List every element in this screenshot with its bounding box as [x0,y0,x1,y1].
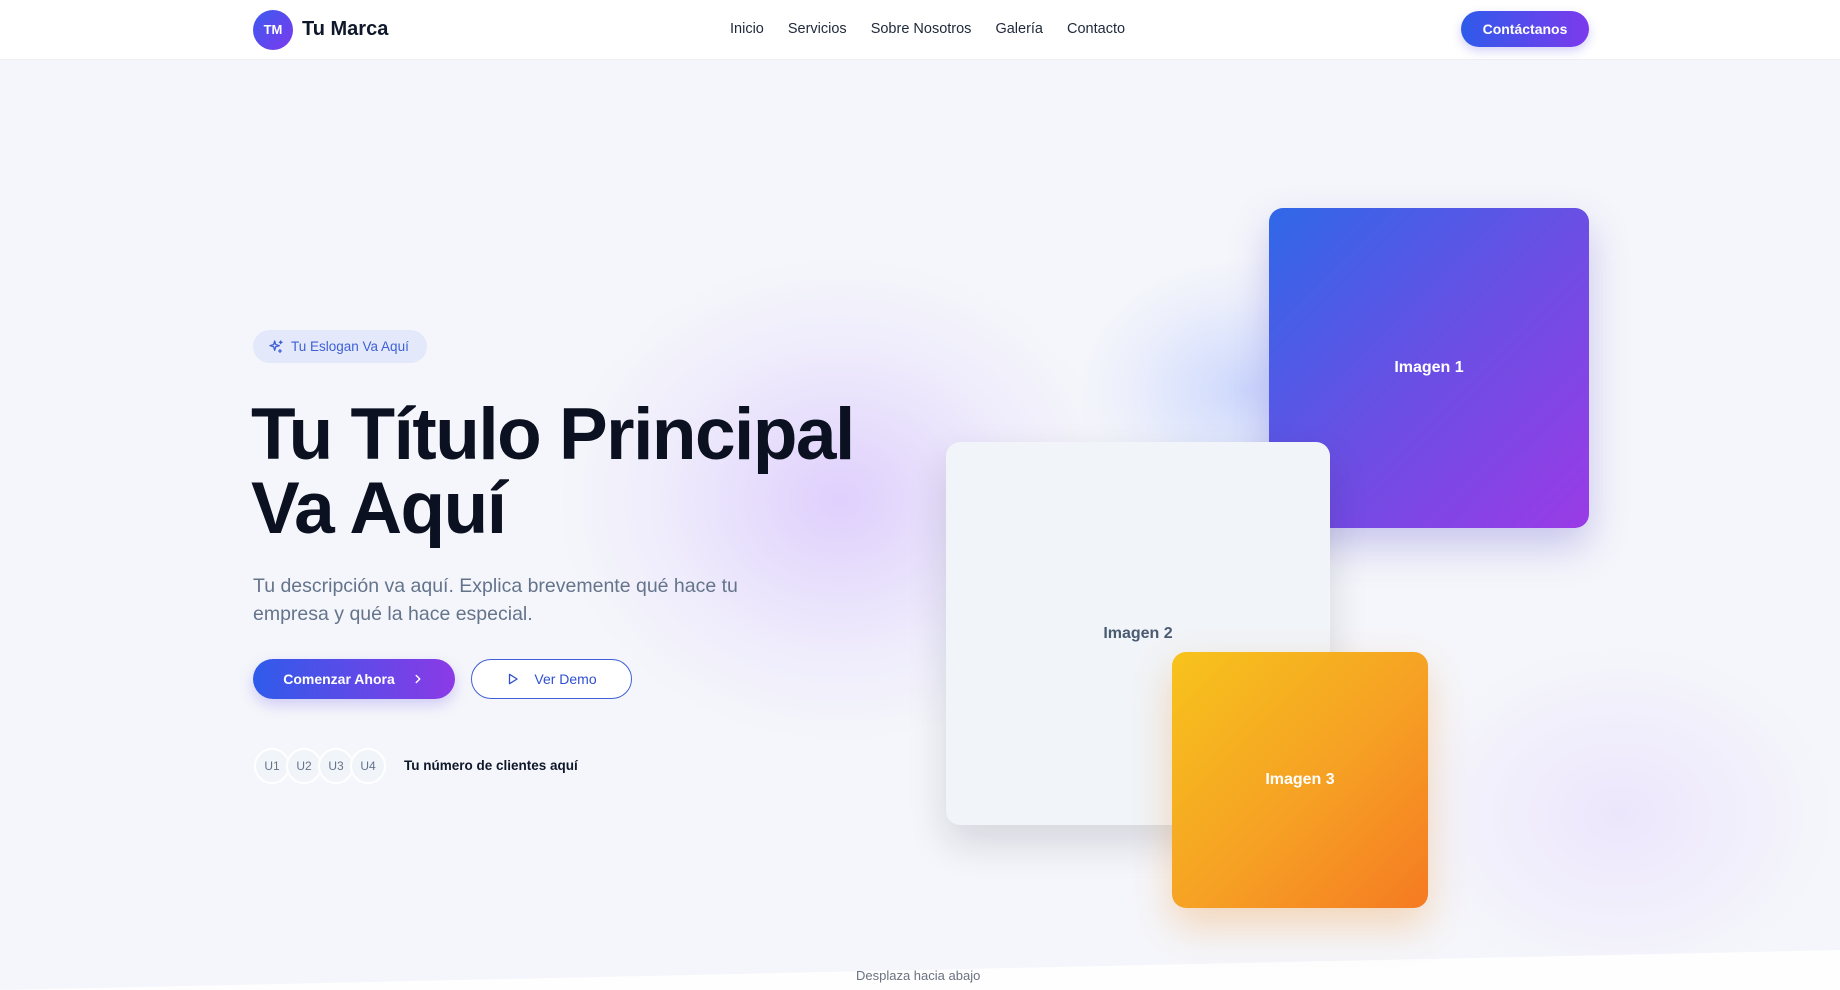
slogan-text: Tu Eslogan Va Aquí [291,339,409,354]
hero-title: Tu Título Principal Va Aquí [251,398,891,546]
avatar: U3 [318,748,354,784]
view-demo-button[interactable]: Ver Demo [471,659,632,699]
brand[interactable]: TM Tu Marca [253,9,388,50]
avatar: U2 [286,748,322,784]
avatar: U1 [254,748,290,784]
nav-link-inicio[interactable]: Inicio [730,21,764,37]
slogan-badge: Tu Eslogan Va Aquí [253,330,427,363]
brand-name: Tu Marca [302,18,389,40]
hero-title-line-2: Va Aquí [251,468,507,549]
sparkles-icon [269,339,283,353]
nav-link-galeria[interactable]: Galería [995,21,1043,37]
hero-title-line-1: Tu Título Principal [251,394,855,475]
avatar: U4 [350,748,386,784]
main-nav: Inicio Servicios Sobre Nosotros Galería … [730,0,1125,58]
contact-button[interactable]: Contáctanos [1461,11,1589,47]
scroll-down-hint[interactable]: Desplaza hacia abajo [856,968,980,983]
nav-link-servicios[interactable]: Servicios [788,21,847,37]
image-card-3: Imagen 3 [1172,652,1428,908]
chevron-right-icon [411,672,425,686]
start-now-label: Comenzar Ahora [283,671,395,687]
brand-logo: TM [253,9,293,50]
nav-link-contacto[interactable]: Contacto [1067,21,1125,37]
site-header: TM Tu Marca Inicio Servicios Sobre Nosot… [0,0,1840,60]
hero-description: Tu descripción va aquí. Explica brevemen… [253,575,738,625]
image-card-2-label: Imagen 2 [1103,624,1173,642]
image-card-1-label: Imagen 1 [1394,359,1464,376]
view-demo-label: Ver Demo [534,671,597,687]
start-now-button[interactable]: Comenzar Ahora [253,659,455,699]
clients-count-text: Tu número de clientes aquí [404,758,578,773]
background-glow-pink [1400,640,1840,990]
client-avatars: U1 U2 U3 U4 [254,748,386,784]
play-icon [506,672,520,686]
image-card-3-label: Imagen 3 [1265,771,1335,788]
nav-link-sobre-nosotros[interactable]: Sobre Nosotros [871,21,972,37]
